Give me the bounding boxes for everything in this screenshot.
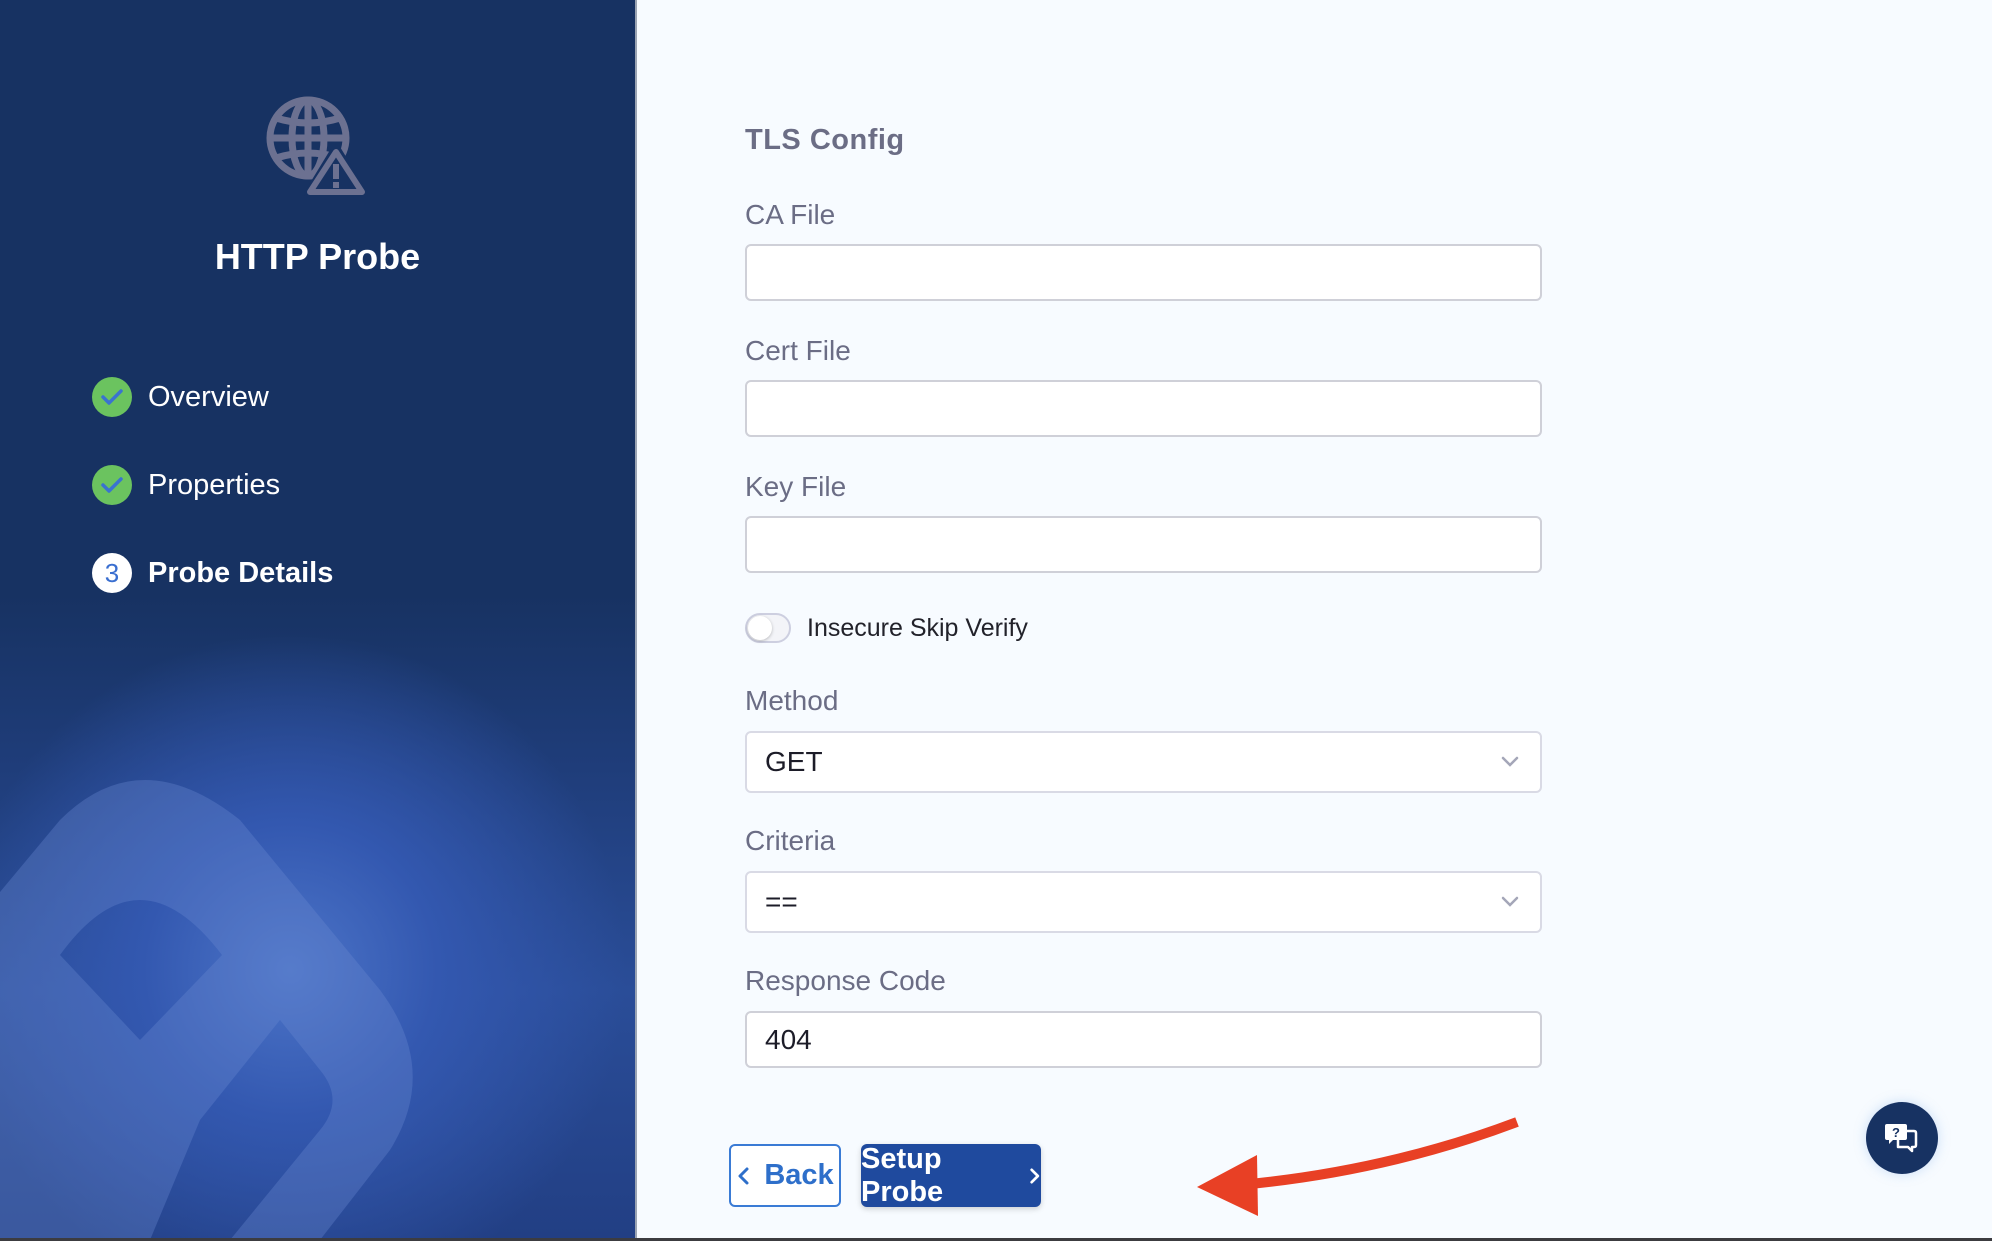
method-label: Method (745, 685, 839, 716)
step-overview[interactable]: Overview (92, 376, 269, 418)
cert-file-label: Cert File (745, 335, 851, 366)
svg-text:?: ? (1892, 1125, 1900, 1140)
help-chat-button[interactable]: ? (1866, 1102, 1938, 1174)
setup-probe-button[interactable]: Setup Probe (861, 1142, 1041, 1208)
globe-warning-icon (266, 96, 368, 198)
setup-probe-label: Setup Probe (861, 1142, 944, 1208)
step-label: Properties (148, 468, 281, 501)
response-code-input[interactable]: 404 (745, 1011, 1542, 1068)
back-label: Back (764, 1159, 834, 1191)
step-label: Probe Details (148, 556, 334, 589)
insecure-skip-verify-toggle[interactable] (745, 613, 791, 643)
chevron-right-icon (1029, 1167, 1039, 1184)
step-probe-details[interactable]: 3 Probe Details (92, 552, 333, 594)
step-label: Overview (148, 380, 269, 413)
ca-file-label: CA File (745, 199, 836, 230)
method-value: GET (765, 746, 823, 777)
decorative-logo-shape (0, 780, 413, 1238)
section-title: TLS Config (745, 124, 905, 156)
chevron-left-icon (738, 1167, 749, 1184)
ca-file-input[interactable] (745, 244, 1542, 301)
step-complete-badge (92, 377, 132, 417)
insecure-skip-verify-row: Insecure Skip Verify (745, 613, 1028, 643)
insecure-skip-verify-label: Insecure Skip Verify (807, 613, 1028, 642)
help-chat-icon: ? (1885, 1124, 1918, 1153)
key-file-label: Key File (745, 471, 847, 502)
step-complete-badge (92, 465, 132, 505)
method-select[interactable]: GET (745, 731, 1542, 793)
back-button[interactable]: Back (729, 1144, 841, 1207)
toggle-knob (748, 616, 772, 640)
check-icon (101, 477, 123, 493)
criteria-select[interactable]: == (745, 871, 1542, 933)
wizard-sidebar: HTTP Probe Overview Properties 3 Probe D… (0, 0, 637, 1238)
probe-details-form: TLS Config CA File Cert File Key File In… (637, 0, 1992, 1238)
key-file-input[interactable] (745, 516, 1542, 573)
cert-file-input[interactable] (745, 380, 1542, 437)
check-icon (101, 389, 123, 405)
step-properties[interactable]: Properties (92, 464, 280, 506)
step-number-badge: 3 (92, 553, 132, 593)
chevron-down-icon (1501, 896, 1519, 907)
criteria-label: Criteria (745, 825, 836, 856)
probe-type-title: HTTP Probe (214, 236, 421, 277)
criteria-value: == (765, 886, 798, 917)
response-code-label: Response Code (745, 965, 946, 996)
chevron-down-icon (1501, 756, 1519, 767)
